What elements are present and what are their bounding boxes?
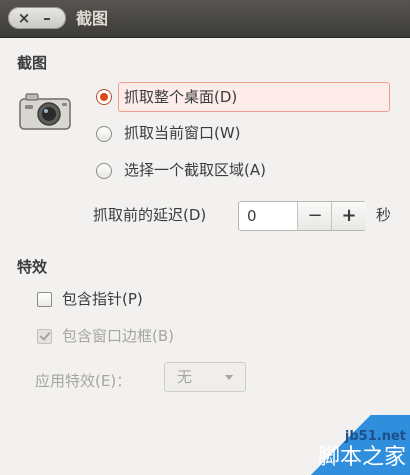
include-border-label[interactable]: 包含窗口边框(B): [62, 325, 174, 346]
increment-button[interactable]: +: [331, 202, 366, 230]
option-full-desktop-label: 抓取整个桌面(D): [124, 88, 238, 106]
window-controls: × –: [8, 7, 66, 29]
dialog-content: 截图 抓取整个桌面(D) 抓取当前窗口(W) 选择一个截取区域(A) 抓取前的延…: [0, 38, 410, 475]
section-title-effects: 特效: [17, 258, 48, 276]
include-pointer-label[interactable]: 包含指针(P): [62, 288, 143, 309]
include-border-checkbox[interactable]: [37, 329, 52, 344]
title-bar: × – 截图: [0, 0, 410, 38]
delay-unit: 秒: [376, 206, 392, 224]
window-title: 截图: [76, 9, 109, 28]
include-pointer-checkbox[interactable]: [37, 292, 52, 307]
decrement-button[interactable]: −: [297, 202, 332, 230]
delay-label: 抓取前的延迟(D): [93, 206, 207, 224]
minimize-icon[interactable]: –: [36, 7, 58, 29]
close-icon[interactable]: ×: [13, 7, 35, 29]
section-title-capture: 截图: [17, 54, 48, 72]
apply-effect-label: 应用特效(E)：: [35, 372, 132, 390]
radio-current-window[interactable]: [96, 126, 112, 142]
effect-dropdown-value: 无: [177, 368, 193, 386]
delay-spinner[interactable]: 0 − +: [238, 201, 366, 231]
option-select-area-label[interactable]: 选择一个截取区域(A): [124, 159, 266, 180]
camera-icon: [19, 93, 71, 130]
chevron-down-icon: [225, 375, 233, 380]
delay-value[interactable]: 0: [247, 202, 257, 230]
watermark-name: 脚本之家: [317, 445, 406, 470]
option-current-window-label[interactable]: 抓取当前窗口(W): [124, 122, 241, 143]
radio-full-desktop[interactable]: [96, 89, 112, 105]
radio-select-area[interactable]: [96, 163, 112, 179]
effect-dropdown[interactable]: 无: [164, 362, 246, 392]
